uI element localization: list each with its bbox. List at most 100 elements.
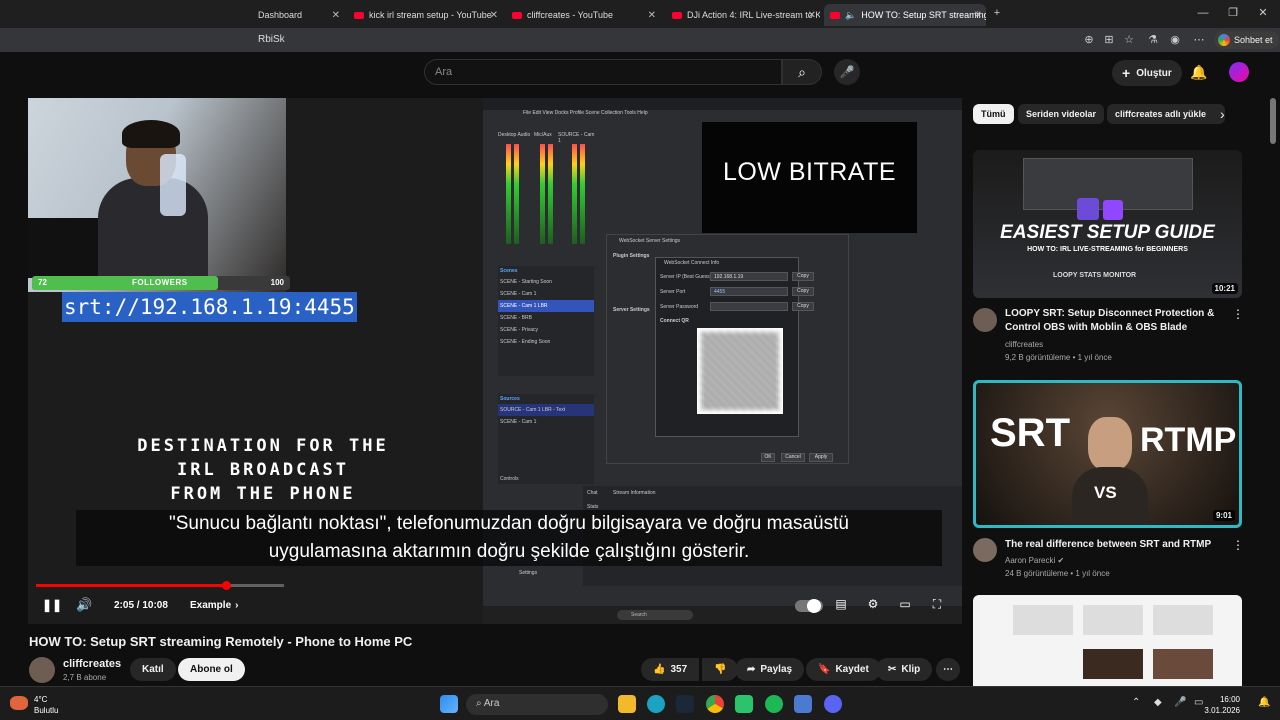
mic-icon: 🎤 [839, 65, 855, 79]
extensions-icon[interactable]: ⚗ [1146, 33, 1160, 47]
clip-button[interactable]: ✂ Klip [876, 658, 933, 681]
scrubber-handle[interactable] [222, 581, 231, 590]
discord-icon[interactable] [824, 695, 842, 713]
search-icon: ⌕ [798, 64, 806, 80]
channel-avatar[interactable] [29, 657, 55, 683]
close-icon[interactable]: ✕ [808, 10, 816, 21]
close-icon[interactable]: ✕ [974, 10, 982, 21]
search-button[interactable]: ⌕ [782, 59, 822, 85]
vu-meter [572, 144, 577, 244]
rec-title[interactable]: The real difference between SRT and RTMP [1005, 538, 1235, 552]
connect-info-dialog: WebSocket Connect Info Server IP (Best G… [655, 257, 814, 437]
youtube-icon [354, 11, 364, 19]
chat-button[interactable]: Sohbet et [1214, 31, 1279, 49]
bookmark-star-icon[interactable]: ☆ [1122, 33, 1136, 47]
start-windows-icon[interactable] [440, 695, 458, 713]
chip-series[interactable]: Seriden videolar [1018, 104, 1105, 124]
scene-item: SCENE - Cam 1 [500, 291, 537, 297]
more-actions-button[interactable]: ⋯ [936, 658, 960, 681]
channel-name[interactable]: cliffcreates [63, 658, 121, 670]
address-text[interactable]: RbiSk [258, 34, 285, 45]
pause-button[interactable]: ❚❚ [42, 597, 62, 613]
minimize-icon[interactable]: — [1196, 6, 1210, 20]
chevron-right-icon[interactable]: › [1220, 106, 1225, 122]
close-window-icon[interactable]: ✕ [1256, 6, 1270, 20]
app-icon[interactable] [735, 695, 753, 713]
join-button[interactable]: Katıl [130, 658, 176, 681]
channel-avatar[interactable] [973, 538, 997, 562]
install-icon[interactable]: ⊞ [1102, 33, 1116, 47]
autoplay-toggle[interactable] [795, 599, 823, 613]
profile-icon[interactable]: ◉ [1168, 33, 1182, 47]
share-button[interactable]: ➦ Paylaş [735, 658, 805, 681]
rec-title[interactable]: LOOPY SRT: Setup Disconnect Protection &… [1005, 307, 1235, 335]
create-button[interactable]: + Oluştur [1112, 60, 1182, 86]
pause-icon: ❚❚ [42, 598, 63, 612]
settings-gear-icon[interactable]: ⚙ [864, 597, 882, 613]
voice-search-button[interactable]: 🎤 [834, 59, 860, 85]
rec-stats: 24 B görüntüleme • 1 yıl önce [1005, 569, 1110, 578]
rec-channel[interactable]: cliffcreates [1005, 338, 1043, 351]
file-explorer-icon[interactable] [618, 695, 636, 713]
subscribe-button[interactable]: Abone ol [178, 658, 245, 681]
edge-icon[interactable] [647, 695, 665, 713]
more-vert-icon[interactable]: ⋮ [1232, 538, 1244, 552]
tab-srt-streaming[interactable]: 🔈 HOW TO: Setup SRT streaming ✕ [824, 4, 986, 26]
tab-kick-irl[interactable]: kick irl stream setup - YouTube ✕ [348, 4, 502, 26]
twitch-logo [1103, 200, 1123, 220]
rec-thumbnail[interactable]: SRT RTMP VS 9:01 [973, 380, 1242, 528]
subtitle-box: "Sunucu bağlantı noktası", telefonumuzda… [76, 510, 942, 566]
rec-thumbnail[interactable]: EASIEST SETUP GUIDE HOW TO: IRL LIVE-STR… [973, 150, 1242, 298]
close-icon[interactable]: ✕ [332, 10, 340, 21]
new-tab-icon[interactable]: + [990, 6, 1004, 20]
vu-meter [580, 144, 585, 244]
sidebar-scrollbar[interactable] [1270, 98, 1276, 144]
sources-panel: Sources SOURCE - Cam 1 LBR - Text SCENE … [498, 394, 594, 484]
more-dots-icon: ⋯ [943, 664, 953, 675]
miniplayer-icon[interactable]: ▭ [896, 597, 914, 613]
taskbar-search[interactable]: ⌕ Ara [466, 694, 608, 715]
restore-icon[interactable]: ❐ [1226, 6, 1240, 20]
rec-channel[interactable]: Aaron Parecki ✔ [1005, 554, 1064, 567]
fullscreen-icon[interactable]: ⛶ [928, 597, 946, 613]
video-overlay-caption: DESTINATION FOR THE IRL BROADCAST FROM T… [137, 436, 389, 504]
menu-dots-icon[interactable]: ⋯ [1192, 33, 1206, 47]
chrome-icon[interactable] [706, 695, 724, 713]
channel-avatar[interactable] [973, 308, 997, 332]
save-button[interactable]: 🔖 Kaydet [806, 658, 881, 681]
audio-mixer: Desktop Audio Mic/Aux SOURCE - Cam 1 [498, 128, 598, 248]
subtitles-cc-icon[interactable]: ▤ [832, 597, 850, 613]
chip-channel-uploads[interactable]: cliffcreates adlı yükle [1107, 104, 1225, 124]
tab-dashboard[interactable]: Dashboard ✕ [252, 4, 344, 26]
steam-icon[interactable] [676, 695, 694, 713]
duration-badge: 9:01 [1212, 510, 1235, 521]
video-player[interactable]: File Edit View Docks Profile Scene Colle… [28, 98, 962, 624]
vu-meter [514, 144, 519, 244]
time-display: 2:05 / 10:08 [114, 599, 168, 611]
spotify-icon[interactable] [765, 695, 783, 713]
tray-app-icon[interactable]: ◆ [1154, 697, 1162, 708]
mic-icon[interactable]: 🎤 [1174, 697, 1186, 708]
tab-cliffcreates[interactable]: cliffcreates - YouTube ✕ [506, 4, 660, 26]
search-input[interactable]: Ara [424, 59, 782, 85]
dislike-button[interactable]: 👎 [702, 658, 739, 681]
weather-widget[interactable]: 4°C Bulutlu [34, 694, 58, 716]
presenter-face [1088, 417, 1132, 471]
like-button[interactable]: 👍 357 [641, 658, 700, 681]
notification-icon[interactable]: 🔔 [1258, 697, 1270, 708]
more-vert-icon[interactable]: ⋮ [1232, 307, 1244, 321]
notifications-bell-icon[interactable]: 🔔 [1190, 64, 1207, 81]
close-icon[interactable]: ✕ [490, 10, 498, 21]
system-clock[interactable]: 16:00 3.01.2026 [1200, 694, 1240, 716]
volume-button[interactable]: 🔊 [76, 597, 92, 613]
app-icon[interactable] [794, 695, 812, 713]
progress-bar[interactable] [36, 584, 284, 587]
translate-icon[interactable]: ⊕ [1082, 33, 1096, 47]
rec-thumbnail[interactable] [973, 595, 1242, 686]
chevron-up-icon[interactable]: ⌃ [1132, 697, 1140, 708]
close-icon[interactable]: ✕ [648, 10, 656, 21]
chapter-button[interactable]: Example › [190, 597, 238, 613]
account-avatar[interactable] [1229, 62, 1249, 82]
tab-dji-action[interactable]: DJi Action 4: IRL Live-stream to Ki ✕ [666, 4, 820, 26]
chip-all[interactable]: Tümü [973, 104, 1014, 124]
